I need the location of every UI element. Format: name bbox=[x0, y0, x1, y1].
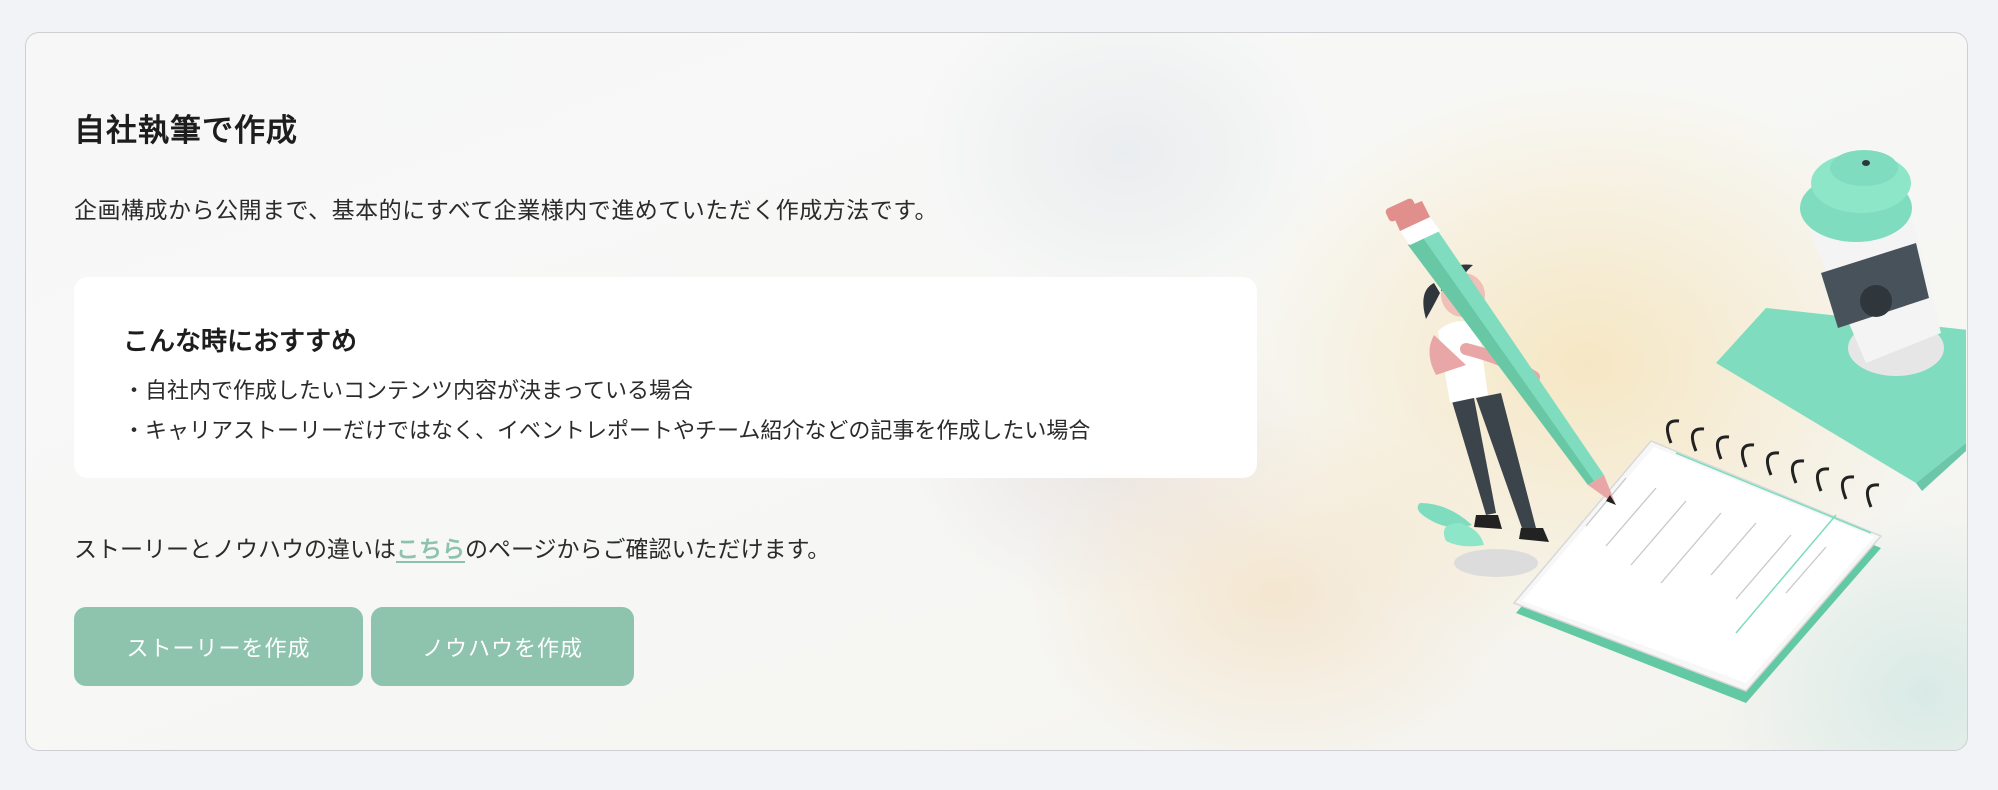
plant-leaves bbox=[1417, 503, 1484, 547]
card-description: 企画構成から公開まで、基本的にすべて企業様内で進めていただく作成方法です。 bbox=[74, 198, 938, 224]
create-option-card: 自社執筆で作成 企画構成から公開まで、基本的にすべて企業様内で進めていただく作成… bbox=[25, 32, 1968, 751]
create-knowhow-button[interactable]: ノウハウを作成 bbox=[371, 607, 634, 686]
recommendation-item: ・自社内で作成したいコンテンツ内容が決まっている場合 bbox=[123, 379, 694, 404]
recommendation-title: こんな時におすすめ bbox=[123, 327, 358, 357]
recommendation-item: ・キャリアストーリーだけではなく、イベントレポートやチーム紹介などの記事を作成し… bbox=[123, 419, 1091, 444]
woman-with-pencil-illustration bbox=[1385, 150, 1966, 703]
difference-link[interactable]: こちら bbox=[396, 537, 465, 563]
card-title: 自社執筆で作成 bbox=[74, 113, 298, 149]
create-story-button[interactable]: ストーリーを作成 bbox=[74, 607, 363, 686]
note-text-before: ストーリーとノウハウの違いは bbox=[74, 537, 396, 563]
note-text-after: のページからご確認いただけます。 bbox=[465, 537, 831, 563]
difference-note: ストーリーとノウハウの違いはこちらのページからご確認いただけます。 bbox=[74, 530, 830, 564]
recommendation-box: こんな時におすすめ ・自社内で作成したいコンテンツ内容が決まっている場合 ・キャ… bbox=[74, 277, 1257, 478]
